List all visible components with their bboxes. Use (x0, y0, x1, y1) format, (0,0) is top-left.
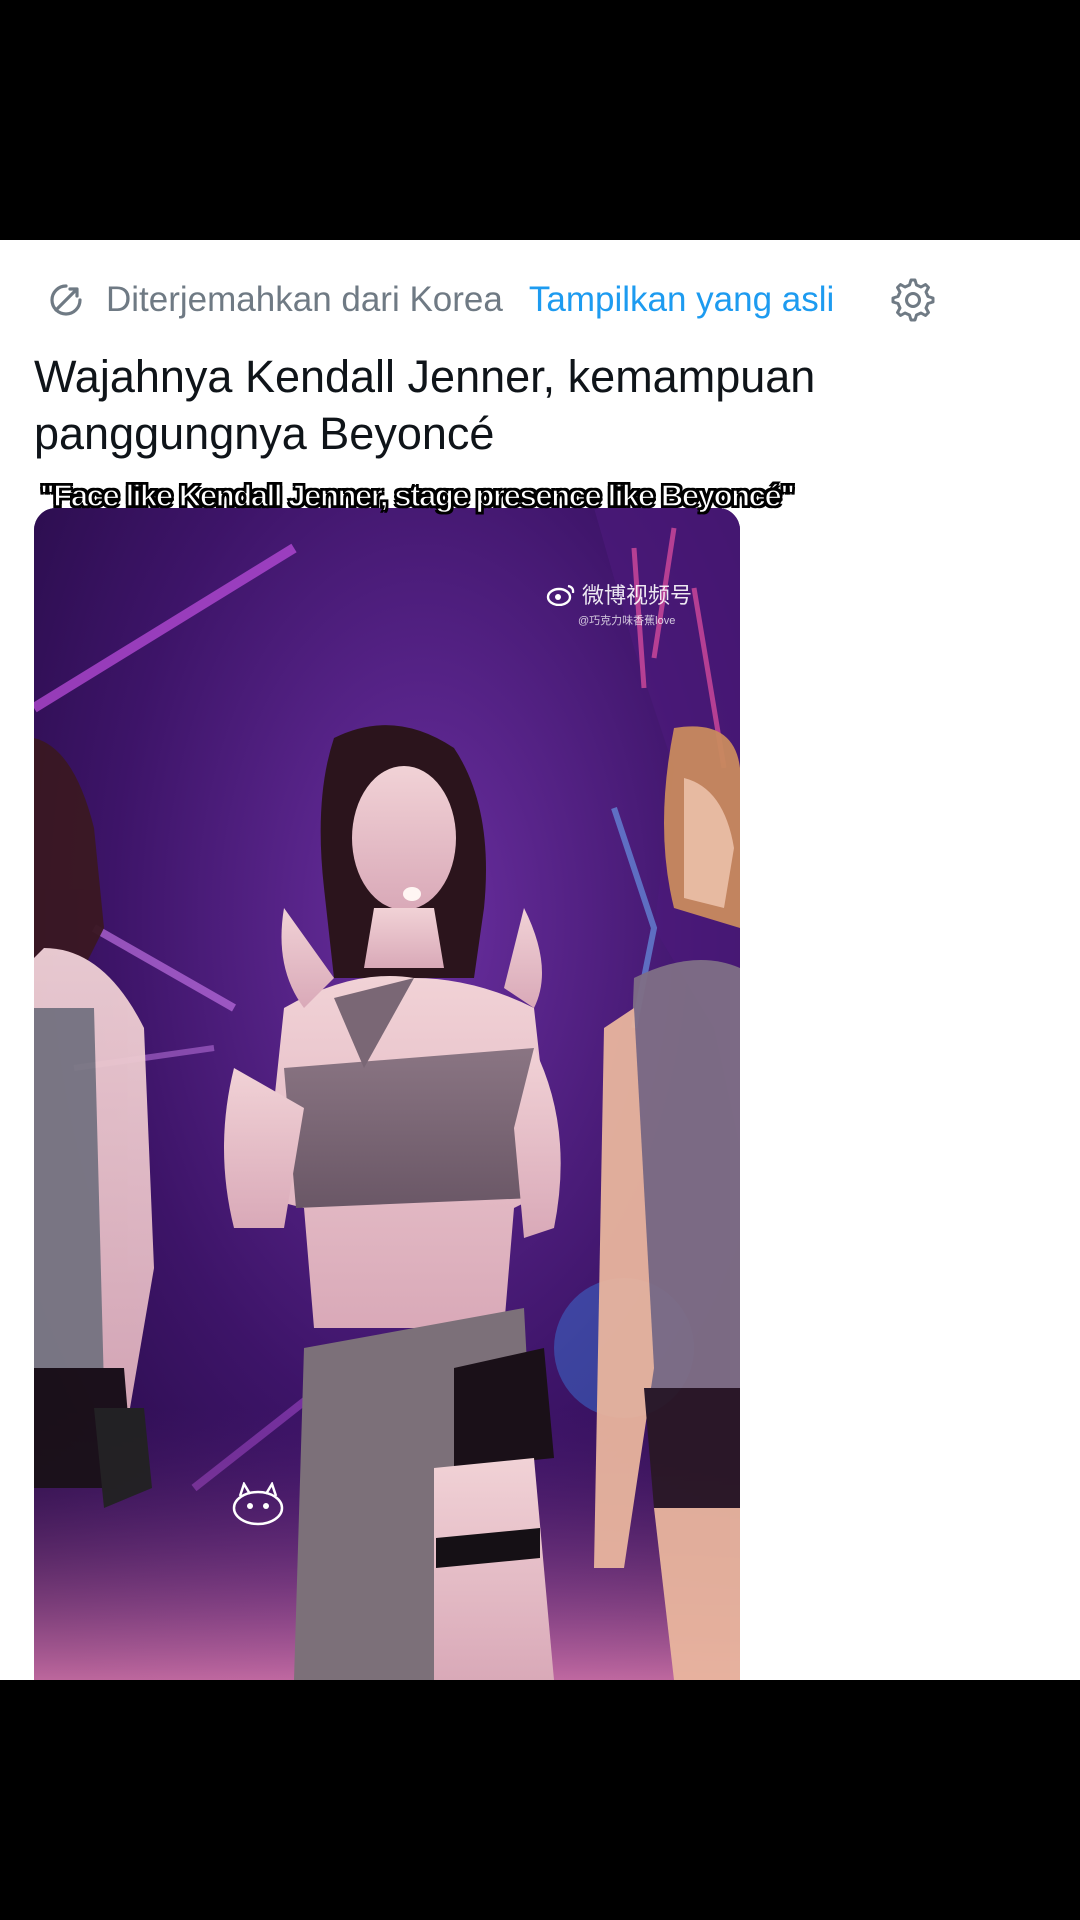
watermark-main-text: 微博视频号 (582, 583, 693, 608)
show-original-link[interactable]: Tampilkan yang asli (529, 280, 834, 320)
tweet-video[interactable]: 微博视频号 @巧克力味香蕉love (34, 508, 740, 1680)
translated-from-label: Diterjemahkan dari Korea (106, 280, 503, 319)
gear-icon[interactable] (890, 277, 936, 323)
bottom-black-bar (0, 1680, 1080, 1920)
tweet-text: Wajahnya Kendall Jenner, kemampuan pangg… (34, 351, 816, 459)
video-caption: "Face like Kendall Jenner, stage presenc… (39, 477, 795, 513)
weibo-logo-icon (546, 582, 576, 606)
video-watermark: 微博视频号 @巧克力味香蕉love (546, 578, 692, 628)
watermark-sub-text: @巧克力味香蕉love (578, 615, 676, 627)
stage-scene (34, 508, 740, 1680)
translation-bar: Diterjemahkan dari Korea Tampilkan yang … (46, 268, 936, 332)
translate-icon (46, 280, 86, 320)
tweet-post: Diterjemahkan dari Korea Tampilkan yang … (0, 240, 1080, 1680)
top-black-bar (0, 0, 1080, 240)
cat-sticker-icon (228, 1482, 292, 1528)
